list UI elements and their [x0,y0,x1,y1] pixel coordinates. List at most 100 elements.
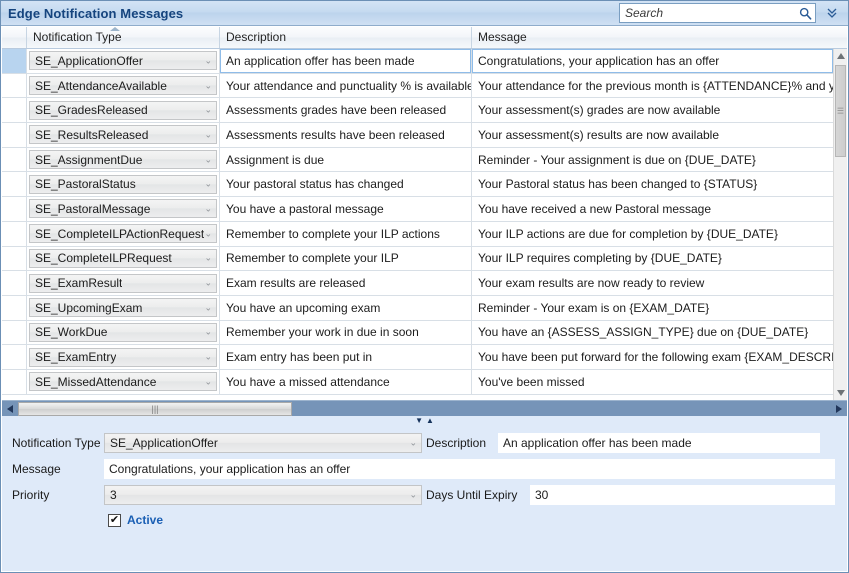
chevron-down-icon[interactable]: ⌄ [204,130,212,139]
cell-notification-type[interactable]: SE_PastoralStatus⌄ [27,172,220,196]
notification-type-cell-select[interactable]: SE_WorkDue⌄ [29,323,217,342]
cell-notification-type[interactable]: SE_UpcomingExam⌄ [27,296,220,320]
notification-type-select[interactable]: SE_ApplicationOffer ⌄ [104,433,422,453]
notification-type-cell-select[interactable]: SE_ExamEntry⌄ [29,348,217,367]
cell-notification-type[interactable]: SE_AttendanceAvailable⌄ [27,74,220,98]
cell-description[interactable]: You have a missed attendance [220,370,472,394]
cell-notification-type[interactable]: SE_CompleteILPRequest⌄ [27,247,220,271]
cell-message[interactable]: You have received a new Pastoral message [472,197,833,221]
panel-splitter[interactable]: ▼ ▲ [2,416,847,425]
table-row[interactable]: SE_PastoralStatus⌄Your pastoral status h… [2,172,833,197]
vertical-scrollbar-thumb[interactable]: ☰ [835,65,846,157]
cell-description[interactable]: Exam entry has been put in [220,345,472,369]
table-row[interactable]: SE_ApplicationOffer⌄An application offer… [2,49,833,74]
cell-message[interactable]: Your attendance for the previous month i… [472,74,833,98]
cell-notification-type[interactable]: SE_ApplicationOffer⌄ [27,49,220,73]
description-field[interactable]: An application offer has been made [498,433,820,453]
chevron-down-icon[interactable]: ⌄ [204,229,212,238]
chevron-down-icon[interactable]: ⌄ [204,279,212,288]
message-field[interactable]: Congratulations, your application has an… [104,459,835,479]
notification-type-cell-select[interactable]: SE_GradesReleased⌄ [29,101,217,120]
table-row[interactable]: SE_PastoralMessage⌄You have a pastoral m… [2,197,833,222]
cell-notification-type[interactable]: SE_AssignmentDue⌄ [27,148,220,172]
chevron-down-icon[interactable]: ⌄ [204,106,212,115]
cell-description[interactable]: Your attendance and punctuality % is ava… [220,74,472,98]
cell-description[interactable]: Remember to complete your ILP [220,247,472,271]
row-selector-cell[interactable] [2,98,27,122]
row-selector-cell[interactable] [2,148,27,172]
row-selector-cell[interactable] [2,222,27,246]
row-selector-cell[interactable] [2,172,27,196]
chevron-down-icon[interactable]: ⌄ [409,439,417,448]
notification-type-cell-select[interactable]: SE_ExamResult⌄ [29,274,217,293]
collapse-down-icon[interactable]: ▼ [415,417,423,425]
notification-type-cell-select[interactable]: SE_MissedAttendance⌄ [29,372,217,391]
days-until-expiry-field[interactable]: 30 [530,485,835,505]
cell-description[interactable]: Assessments results have been released [220,123,472,147]
notification-type-cell-select[interactable]: SE_CompleteILPRequest⌄ [29,249,217,268]
row-selector-cell[interactable] [2,271,27,295]
notification-type-cell-select[interactable]: SE_ResultsReleased⌄ [29,125,217,144]
cell-notification-type[interactable]: SE_WorkDue⌄ [27,321,220,345]
cell-message[interactable]: You have been put forward for the follow… [472,345,833,369]
cell-message[interactable]: Congratulations, your application has an… [472,49,833,73]
notification-type-cell-select[interactable]: SE_AttendanceAvailable⌄ [29,76,217,95]
notification-type-cell-select[interactable]: SE_CompleteILPActionRequest⌄ [29,224,217,243]
row-selector-cell[interactable] [2,370,27,394]
chevron-down-icon[interactable]: ⌄ [204,180,212,189]
triangle-up-icon[interactable] [834,49,847,63]
cell-notification-type[interactable]: SE_MissedAttendance⌄ [27,370,220,394]
chevron-double-down-icon[interactable] [820,3,844,23]
cell-description[interactable]: Assignment is due [220,148,472,172]
chevron-down-icon[interactable]: ⌄ [204,155,212,164]
grid-header-message[interactable]: Message [472,27,847,48]
table-row[interactable]: SE_AttendanceAvailable⌄Your attendance a… [2,74,833,99]
cell-notification-type[interactable]: SE_ExamEntry⌄ [27,345,220,369]
chevron-down-icon[interactable]: ⌄ [204,56,212,65]
cell-message[interactable]: Your Pastoral status has been changed to… [472,172,833,196]
row-selector-cell[interactable] [2,49,27,73]
cell-description[interactable]: Remember your work in due in soon [220,321,472,345]
cell-notification-type[interactable]: SE_CompleteILPActionRequest⌄ [27,222,220,246]
chevron-down-icon[interactable]: ⌄ [409,491,417,500]
cell-message[interactable]: Reminder - Your exam is on {EXAM_DATE} [472,296,833,320]
table-row[interactable]: SE_UpcomingExam⌄You have an upcoming exa… [2,296,833,321]
cell-message[interactable]: Your ILP requires completing by {DUE_DAT… [472,247,833,271]
search-input[interactable] [620,4,815,22]
horizontal-scrollbar-thumb[interactable]: ||| [18,402,292,416]
cell-message[interactable]: You have an {ASSESS_ASSIGN_TYPE} due on … [472,321,833,345]
priority-select[interactable]: 3 ⌄ [104,485,422,505]
cell-message[interactable]: You've been missed [472,370,833,394]
cell-notification-type[interactable]: SE_ResultsReleased⌄ [27,123,220,147]
table-row[interactable]: SE_AssignmentDue⌄Assignment is dueRemind… [2,148,833,173]
cell-description[interactable]: Remember to complete your ILP actions [220,222,472,246]
search-icon[interactable] [798,6,812,20]
cell-message[interactable]: Your assessment(s) results are now avail… [472,123,833,147]
table-row[interactable]: SE_CompleteILPActionRequest⌄Remember to … [2,222,833,247]
row-selector-cell[interactable] [2,321,27,345]
chevron-down-icon[interactable]: ⌄ [204,254,212,263]
chevron-down-icon[interactable]: ⌄ [204,328,212,337]
cell-description[interactable]: An application offer has been made [220,49,472,73]
grid-header-notification-type[interactable]: Notification Type [27,27,220,48]
active-checkbox[interactable]: ✔ [108,514,121,527]
notification-type-cell-select[interactable]: SE_ApplicationOffer⌄ [29,51,217,70]
notification-type-cell-select[interactable]: SE_UpcomingExam⌄ [29,298,217,317]
cell-notification-type[interactable]: SE_PastoralMessage⌄ [27,197,220,221]
cell-description[interactable]: You have a pastoral message [220,197,472,221]
table-row[interactable]: SE_WorkDue⌄Remember your work in due in … [2,321,833,346]
chevron-down-icon[interactable]: ⌄ [204,303,212,312]
cell-description[interactable]: Your pastoral status has changed [220,172,472,196]
cell-message[interactable]: Your exam results are now ready to revie… [472,271,833,295]
cell-message[interactable]: Your assessment(s) grades are now availa… [472,98,833,122]
cell-description[interactable]: You have an upcoming exam [220,296,472,320]
notification-type-cell-select[interactable]: SE_PastoralStatus⌄ [29,175,217,194]
chevron-down-icon[interactable]: ⌄ [204,204,212,213]
notification-type-cell-select[interactable]: SE_AssignmentDue⌄ [29,150,217,169]
table-row[interactable]: SE_ResultsReleased⌄Assessments results h… [2,123,833,148]
grid-header-description[interactable]: Description [220,27,472,48]
cell-notification-type[interactable]: SE_GradesReleased⌄ [27,98,220,122]
grid-horizontal-scrollbar[interactable]: ||| [2,400,847,416]
row-selector-cell[interactable] [2,197,27,221]
search-box[interactable] [619,3,816,23]
